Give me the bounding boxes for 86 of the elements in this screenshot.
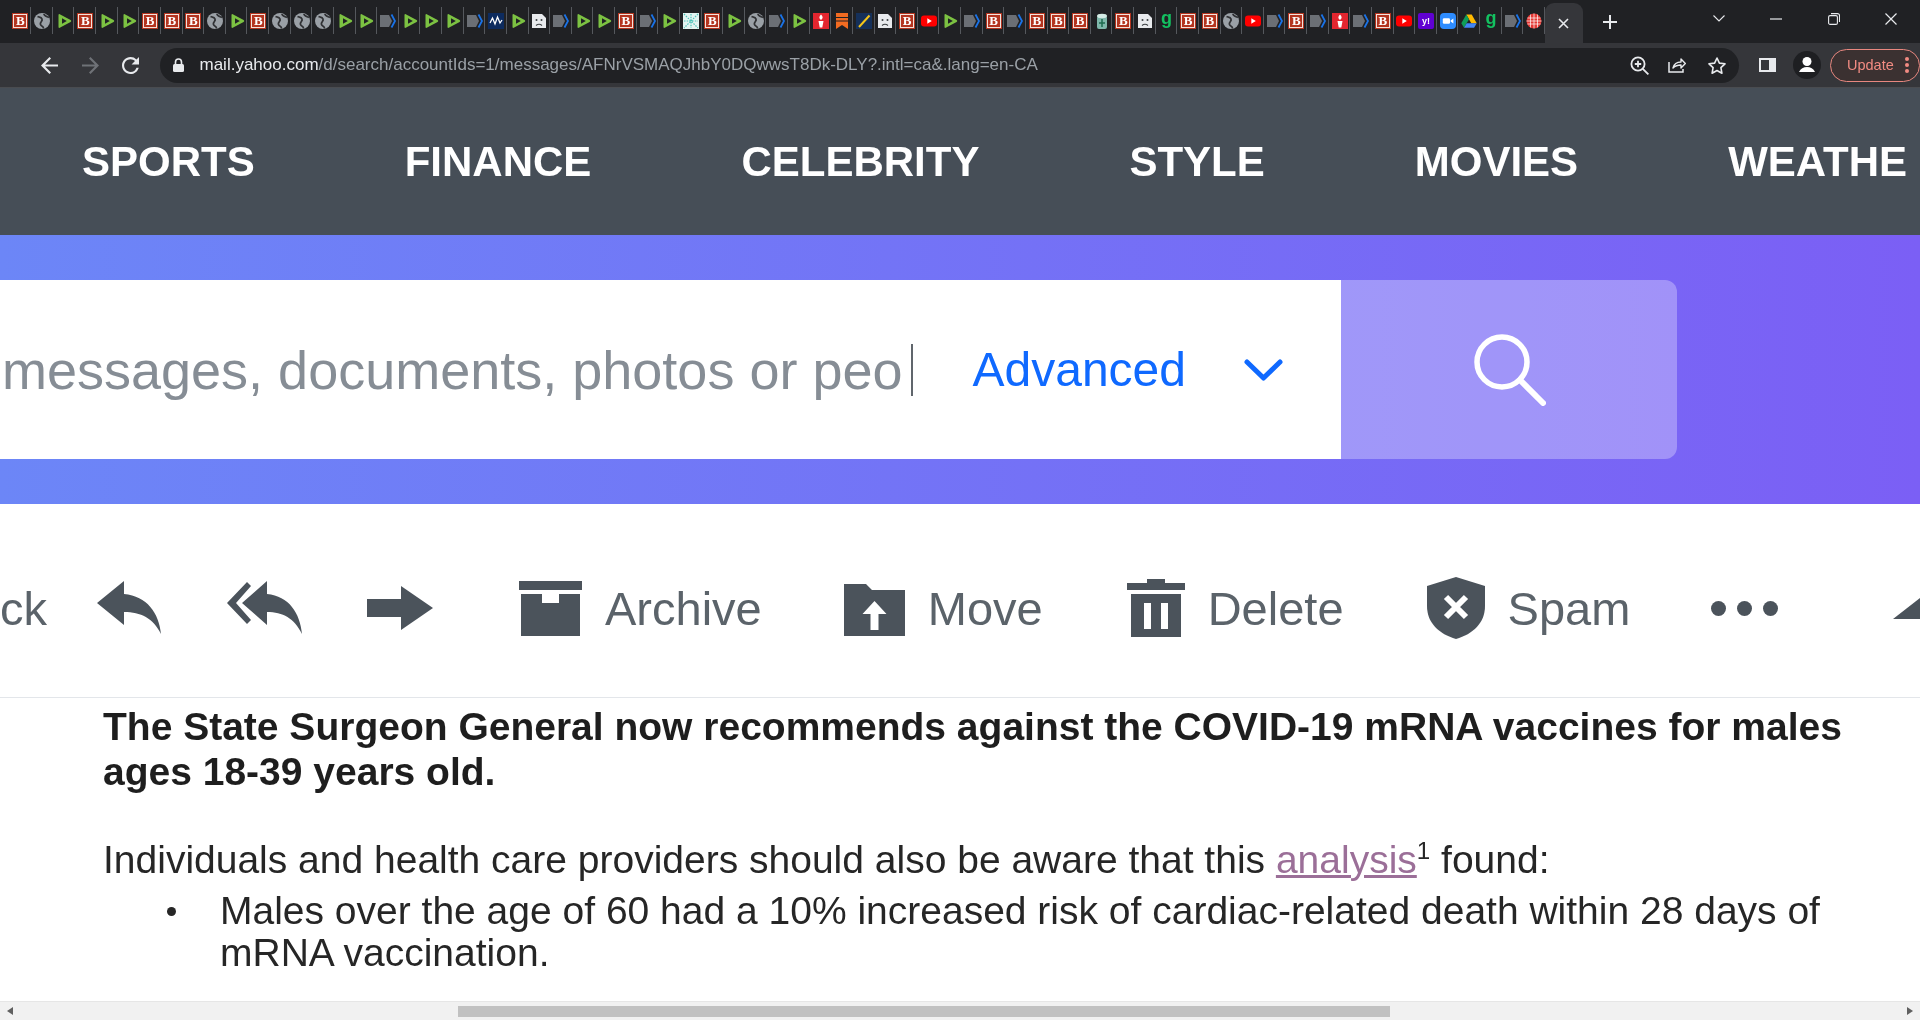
delete-button[interactable]: Delete (1126, 579, 1344, 637)
kebab-menu-icon (1905, 57, 1909, 73)
bullet-icon (167, 906, 176, 916)
profile-icon[interactable] (1793, 51, 1821, 79)
horizontal-scrollbar[interactable] (0, 1001, 1920, 1020)
list-item-text: Males over the age of 60 had a 10% increased risk of cardiac-related death within 28 days of mRNA vaccination. (220, 889, 1821, 974)
reply-all-icon[interactable] (226, 580, 304, 636)
nav-link[interactable]: MOVIES (1414, 137, 1579, 186)
message-heading: The State Surgeon General now recommends against the COVID-19 mRNA vaccines for males ages 18-39 years old. (103, 703, 1843, 794)
slash-logo-icon (855, 12, 872, 29)
torch-icon (1331, 12, 1348, 29)
chevron-tag-icon (1504, 12, 1521, 29)
trash-icon (1126, 579, 1185, 637)
restore-icon[interactable] (1827, 12, 1840, 25)
scrollbar-thumb[interactable] (458, 1005, 1390, 1017)
chevron-tag-icon (553, 12, 570, 29)
wave-logo-icon (488, 12, 505, 29)
back-button[interactable]: ck (0, 580, 47, 636)
chevron-tag-icon (769, 12, 786, 29)
chevron-tag-icon (380, 12, 397, 29)
chevron-tag-icon (1266, 12, 1283, 29)
forward-icon[interactable] (367, 586, 433, 630)
browser-tab[interactable] (1544, 3, 1583, 43)
archive-button[interactable]: Archive (519, 580, 762, 636)
minimize-icon[interactable] (1770, 17, 1783, 20)
chevron-tag-icon (1309, 12, 1326, 29)
back-icon[interactable] (40, 56, 58, 74)
scroll-left-icon[interactable] (7, 1007, 13, 1015)
update-button[interactable]: Update (1830, 48, 1920, 82)
nav-link[interactable]: SPORTS (82, 137, 255, 186)
chevron-tag-icon (963, 12, 980, 29)
address-bar[interactable]: mail.yahoo.com/d/search/accountIds=1/messages/AFNrVSMAQJhbY0DQwwsT8Dk-DLY?.intl=ca&.lang=en-CA (160, 47, 1739, 83)
side-panel-icon[interactable] (1758, 58, 1776, 72)
zoom-in-icon[interactable] (1629, 55, 1649, 75)
chevron-tag-icon (1007, 12, 1024, 29)
triangle-logo-icon (1461, 12, 1478, 29)
cylinder-icon (1526, 12, 1543, 29)
caret-up-icon[interactable] (1893, 597, 1920, 619)
advanced-button[interactable]: Advanced (972, 322, 1283, 417)
chevron-tag-icon (1353, 12, 1370, 29)
nav-link[interactable]: STYLE (1129, 137, 1265, 186)
globe-icon (271, 12, 288, 29)
search-icon (1472, 333, 1546, 406)
message-paragraph: Individuals and health care providers should also be aware that this analysis$^{1}$ found: (103, 838, 1551, 881)
share-icon[interactable] (1668, 57, 1686, 73)
play-icon (596, 12, 613, 29)
globe-icon (1223, 12, 1240, 29)
play-icon (942, 12, 959, 29)
globe-icon (315, 12, 332, 29)
globe-icon (293, 12, 310, 29)
torch-icon (812, 12, 829, 29)
reload-icon[interactable] (121, 56, 139, 74)
close-icon[interactable] (1885, 12, 1898, 25)
reply-icon[interactable] (97, 580, 163, 636)
chevron-tag-icon (639, 12, 656, 29)
sad-page-icon (1136, 12, 1153, 29)
chevron-down-icon[interactable] (1712, 15, 1725, 22)
play-icon (358, 12, 375, 29)
sad-page-icon (877, 12, 894, 29)
inline-link[interactable]: analysis (1275, 837, 1417, 881)
play-icon (423, 12, 440, 29)
pattern-icon (682, 12, 699, 29)
spam-button[interactable]: Spam (1426, 577, 1631, 639)
nav-link[interactable]: WEATHE (1728, 137, 1907, 186)
more-icon[interactable] (1711, 600, 1779, 616)
nav-link[interactable]: CELEBRITY (741, 137, 980, 186)
shield-x-icon (1426, 577, 1485, 639)
lock-icon (172, 58, 184, 72)
search-field[interactable]: messages, documents, photos or peo (0, 338, 911, 401)
play-icon (726, 12, 743, 29)
star-icon[interactable] (1708, 56, 1726, 74)
move-button[interactable]: Move (843, 580, 1043, 636)
sad-page-icon (531, 12, 548, 29)
chevron-down-icon (1244, 358, 1283, 381)
play-icon (661, 12, 678, 29)
scroll-right-icon[interactable] (1907, 1007, 1913, 1015)
bookmark-icon (834, 12, 851, 29)
globe-icon (747, 12, 764, 29)
archive-icon (519, 580, 582, 636)
camera-icon (1439, 12, 1456, 29)
close-icon[interactable] (1558, 17, 1570, 29)
globe-icon (34, 12, 51, 29)
globe-icon (207, 12, 224, 29)
nav-link[interactable]: FINANCE (404, 137, 592, 186)
plus-icon[interactable] (1602, 14, 1617, 29)
chevron-tag-icon (466, 12, 483, 29)
